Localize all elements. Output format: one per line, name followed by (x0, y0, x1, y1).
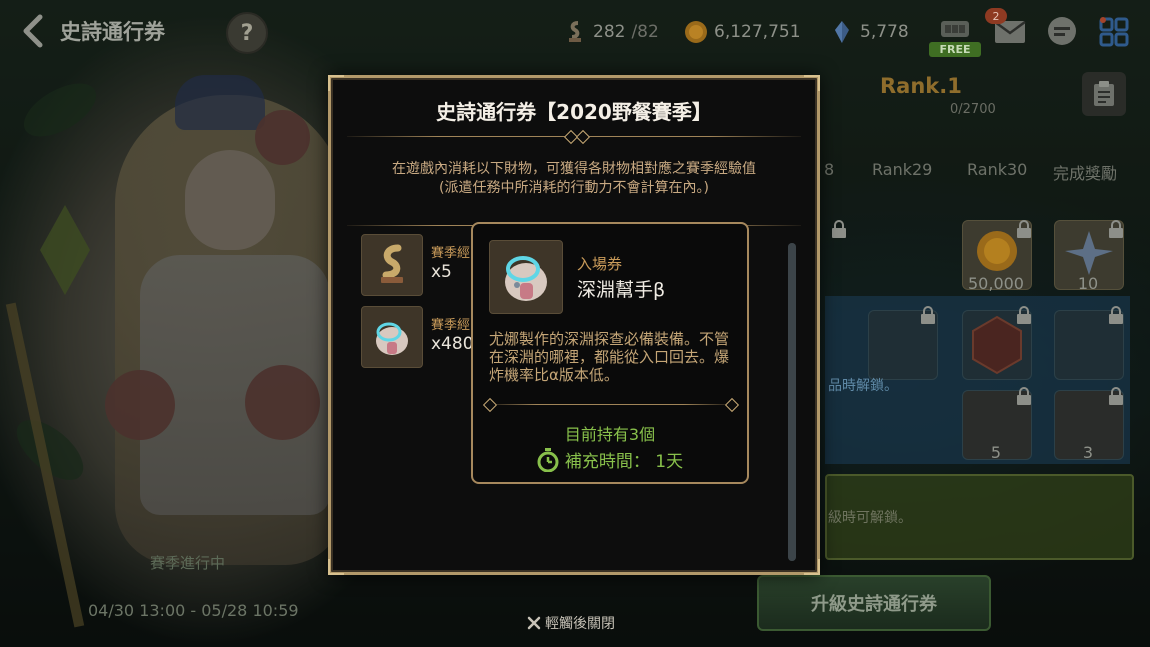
tooltip-refill-time: 補充時間： 1天 (564, 452, 684, 472)
lock-icon (1017, 306, 1031, 324)
upgrade-pass-button[interactable]: 升級史詩通行券 (757, 575, 991, 631)
item-label: 賽季經 (431, 246, 471, 261)
lock-icon (1017, 387, 1031, 405)
crystal-resource: 5,778 (830, 19, 909, 45)
abyss-helper-icon (376, 322, 408, 355)
close-hint-label: 輕觸後關閉 (545, 616, 615, 632)
tooltip-item-description: 尤娜製作的深淵探查必備裝備。不管在深淵的哪裡，都能從入口回去。爆炸機率比α版本低… (489, 330, 730, 384)
item-quantity: x5 (431, 262, 452, 282)
item-label: 賽季經 (431, 318, 471, 333)
modal-description: 在遊戲內消耗以下財物，可獲得各財物相對應之賽季經驗值 (派遣任務中所消耗的行動力… (331, 160, 817, 198)
frame-corner (804, 75, 820, 91)
lock-icon (1017, 220, 1031, 238)
help-button[interactable]: ? (226, 12, 268, 54)
back-button[interactable] (14, 12, 52, 50)
item-quantity: x480 (431, 334, 474, 354)
close-icon (527, 616, 541, 630)
rank-column-header: 完成獎勵 (1053, 164, 1118, 183)
season-xp-icon (569, 21, 581, 42)
reward-qty: 3 (1082, 443, 1094, 462)
tooltip-item-icon-frame (489, 240, 563, 314)
frame-corner (804, 559, 820, 575)
mission-list-button[interactable] (1082, 72, 1126, 116)
lock-icon (921, 306, 935, 324)
page-title: 史詩通行券 (60, 20, 165, 44)
scrollbar-thumb[interactable] (788, 243, 796, 561)
rank-xp: 0/2700 (950, 102, 996, 117)
lock-icon (1109, 306, 1123, 324)
rank-title: Rank.1 (880, 74, 962, 98)
description-line: (派遣任務中所消耗的行動力不會計算在內。) (439, 180, 709, 196)
crystal-icon (835, 21, 849, 43)
item-icon-frame (361, 234, 423, 296)
season-xp-current: 282 (593, 22, 626, 42)
frame-corner (328, 75, 344, 91)
lock-icon (1109, 220, 1123, 238)
free-tag: FREE (929, 42, 981, 57)
season-xp-icon (381, 244, 403, 283)
rank-column-header: Rank30 (967, 160, 1028, 179)
item-tooltip: 入場券 深淵幫手β 尤娜製作的深淵探查必備裝備。不管在深淵的哪裡，都能從入口回去… (471, 222, 749, 484)
clipboard-icon (1094, 81, 1114, 106)
season-status: 賽季進行中 (150, 554, 226, 572)
item-icon-frame (361, 306, 423, 368)
chat-bubble-icon (1048, 17, 1076, 45)
abyss-helper-icon (505, 256, 547, 301)
season-dates: 04/30 13:00 - 05/28 10:59 (88, 601, 299, 620)
tooltip-owned-count: 目前持有3個 (564, 425, 656, 444)
top-bar: 史詩通行券 ? 282/82 6,127,751 5,778 FREE 2 (0, 0, 1150, 62)
rank-column-header: 8 (824, 160, 835, 179)
chevron-left-icon (23, 14, 43, 48)
divider-ornament (482, 397, 498, 413)
stopwatch-icon (537, 447, 559, 472)
chat-button[interactable] (1042, 12, 1082, 52)
divider-ornament (724, 397, 740, 413)
description-line: 在遊戲內消耗以下財物，可獲得各財物相對應之賽季經驗值 (392, 161, 756, 177)
lock-icon (1109, 387, 1123, 405)
rank-box: Rank.1 0/2700 (868, 68, 1078, 124)
season-xp-max: /82 (631, 22, 659, 42)
unlock-note: 級時可解鎖。 (828, 510, 912, 526)
rank-column-header: Rank29 (872, 160, 933, 179)
list-scrollbar[interactable] (788, 243, 796, 561)
tap-to-close-hint[interactable]: 輕觸後關閉 (527, 613, 615, 633)
unlock-note: 品時解鎖。 (828, 378, 898, 394)
tooltip-divider (487, 404, 733, 405)
tooltip-refill-row: 補充時間： 1天 (473, 447, 747, 472)
reward-qty: 50,000 (968, 274, 1024, 293)
gold-coin-icon (685, 21, 707, 43)
lock-icon (832, 220, 846, 238)
crystal-value: 5,778 (860, 22, 909, 42)
mail-count-badge: 2 (985, 8, 1007, 24)
menu-grid-button[interactable] (1094, 12, 1134, 52)
tooltip-item-category: 入場券 (577, 255, 623, 273)
season-xp-resource: 282/82 (563, 19, 659, 45)
frame-corner (328, 559, 344, 575)
modal-title: 史詩通行券【2020野餐賽季】 (436, 100, 712, 124)
tooltip-item-name: 深淵幫手β (577, 279, 666, 301)
reward-qty: 5 (990, 443, 1002, 462)
divider-ornament (575, 129, 591, 145)
gold-resource: 6,127,751 (684, 19, 801, 45)
reward-qty: 10 (1077, 274, 1099, 293)
grid-menu-icon (1099, 17, 1129, 47)
gold-value: 6,127,751 (714, 22, 801, 42)
